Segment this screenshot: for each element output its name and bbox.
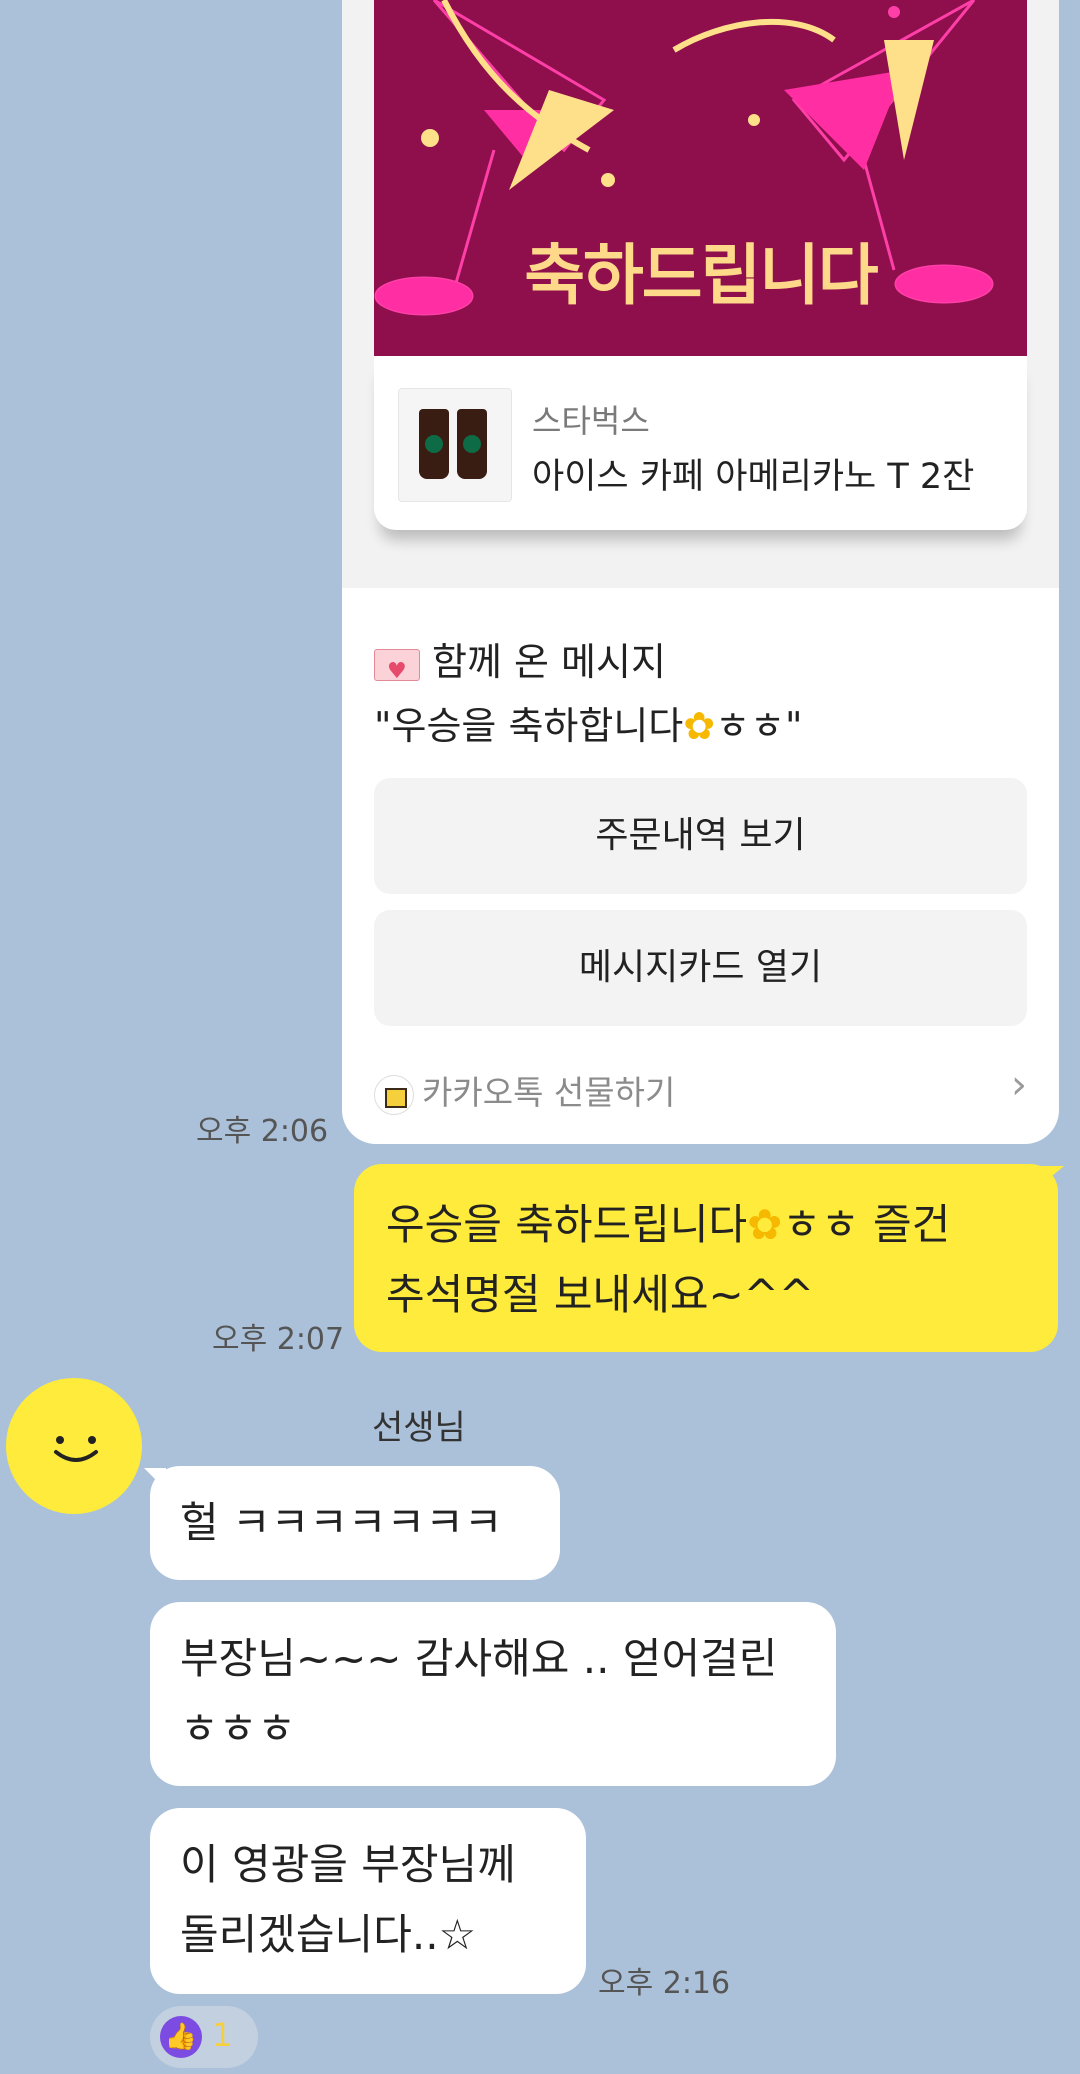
my-message-text: 우승을 축하드립니다 — [386, 1200, 748, 1249]
timestamp: 오후 2:07 — [212, 1322, 345, 1357]
message-text: 이 영광을 부장님께 — [180, 1840, 516, 1889]
order-history-button[interactable]: 주문내역 보기 — [374, 778, 1027, 894]
reaction-badge[interactable]: 👍 1 — [150, 2006, 258, 2068]
message-text: 헐 ㅋㅋㅋㅋㅋㅋㅋ — [180, 1498, 503, 1547]
gift-card[interactable]: 축하드립니다 스타벅스 아이스 카페 아메리카노 T 2잔 함께 온 메시지 "… — [342, 0, 1059, 1144]
flower-icon: ✿ — [747, 1200, 783, 1249]
gift-message-suffix: ㅎㅎ" — [715, 704, 803, 748]
product-brand: 스타벅스 — [532, 402, 650, 440]
message-text: ㅎㅎㅎ — [180, 1704, 296, 1753]
gift-footer-label: 카카오톡 선물하기 — [422, 1073, 676, 1112]
flower-icon: ✿ — [683, 704, 716, 748]
product-name: 아이스 카페 아메리카노 T 2잔 — [532, 457, 975, 497]
my-message-text: 추석명절 보내세요~^^ — [386, 1270, 815, 1319]
chevron-right-icon[interactable]: › — [1011, 1062, 1027, 1108]
gift-message-header: 함께 온 메시지 — [432, 640, 666, 684]
thumbs-up-icon: 👍 — [160, 2016, 202, 2058]
sender-name: 선생님 — [372, 1408, 466, 1448]
product-card[interactable]: 스타벅스 아이스 카페 아메리카노 T 2잔 — [374, 356, 1027, 530]
kakao-gift-link[interactable]: 카카오톡 선물하기 — [374, 1066, 675, 1115]
message-bubble[interactable]: 부장님~~~ 감사해요 .. 얻어걸린 ㅎㅎㅎ — [150, 1602, 836, 1786]
gift-message: 함께 온 메시지 "우승을 축하합니다✿ㅎㅎ" — [374, 630, 803, 758]
message-bubble[interactable]: 헐 ㅋㅋㅋㅋㅋㅋㅋ — [150, 1466, 560, 1580]
gift-banner-image: 축하드립니다 — [374, 0, 1027, 356]
gift-box-icon — [374, 1074, 414, 1115]
envelope-icon — [374, 640, 420, 704]
message-text: 부장님~~~ 감사해요 .. 얻어걸린 — [180, 1634, 778, 1683]
product-thumbnail — [398, 388, 512, 502]
message-card-button[interactable]: 메시지카드 열기 — [374, 910, 1027, 1026]
avatar[interactable] — [6, 1378, 142, 1514]
message-text: 돌리겠습니다..☆ — [180, 1910, 477, 1959]
my-message-bubble[interactable]: 우승을 축하드립니다✿ㅎㅎ 즐건 추석명절 보내세요~^^ — [354, 1164, 1058, 1352]
gift-message-text: "우승을 축하합니다 — [374, 704, 684, 748]
reaction-count: 1 — [212, 2016, 233, 2054]
gift-card-header: 축하드립니다 스타벅스 아이스 카페 아메리카노 T 2잔 — [342, 0, 1059, 588]
message-bubble[interactable]: 이 영광을 부장님께 돌리겠습니다..☆ — [150, 1808, 586, 1994]
banner-text: 축하드립니다 — [524, 237, 878, 314]
timestamp: 오후 2:16 — [598, 1966, 731, 2001]
my-message-text: ㅎㅎ 즐건 — [782, 1200, 951, 1249]
timestamp: 오후 2:06 — [196, 1114, 329, 1149]
